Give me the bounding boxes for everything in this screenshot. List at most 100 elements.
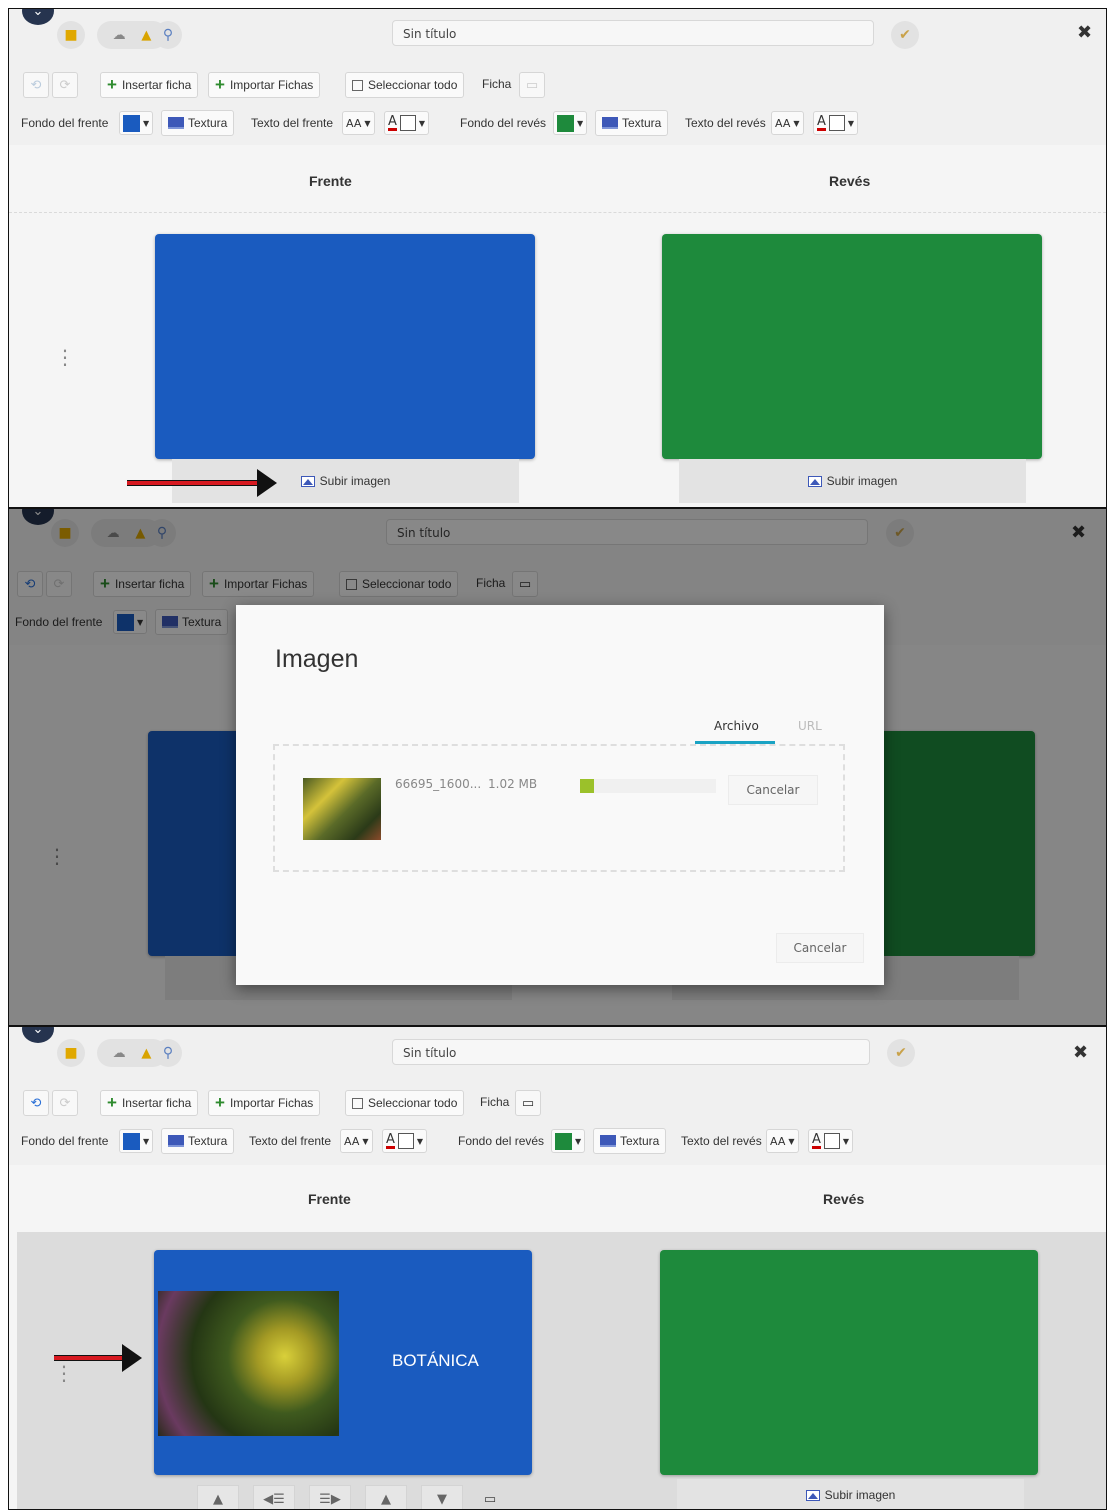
insert-card-button[interactable]: + Insertar ficha — [100, 72, 199, 98]
cancel-dialog-button[interactable]: Cancelar — [776, 933, 864, 963]
plus-icon: + — [215, 75, 225, 94]
back-font-color-button[interactable]: A ▼ — [808, 1129, 854, 1153]
tab-url[interactable]: URL — [798, 719, 822, 733]
style-button[interactable]: ✔ — [887, 1039, 915, 1067]
select-all-button[interactable]: Seleccionar todo — [345, 1090, 465, 1116]
front-font-size-button[interactable]: AA ▼ — [342, 111, 375, 135]
delete-card-button[interactable]: ▭ — [515, 1090, 541, 1116]
checkbox-icon — [352, 1097, 363, 1109]
open-folder-button[interactable]: ■ — [57, 1039, 85, 1067]
import-cards-label: Importar Fichas — [229, 1096, 314, 1110]
back-texture-button[interactable]: Textura — [593, 1128, 667, 1154]
image-right-button[interactable]: ☰▶ — [309, 1485, 351, 1509]
texture-icon — [600, 1135, 616, 1147]
search-icon: ⚲ — [162, 1045, 174, 1061]
select-all-button[interactable]: Seleccionar todo — [345, 72, 465, 98]
back-font-size-button[interactable]: AA ▼ — [766, 1129, 799, 1153]
image-icon: ▲ — [213, 1491, 223, 1507]
close-icon[interactable]: ✖ — [1073, 1042, 1088, 1063]
back-upload-image-button[interactable]: Subir imagen — [677, 1479, 1024, 1509]
color-swatch — [397, 1133, 414, 1149]
front-column-header: Frente — [309, 173, 352, 189]
caret-down-icon: ▼ — [364, 118, 371, 128]
back-card[interactable] — [662, 234, 1042, 459]
drag-handle-icon[interactable]: ⋮ — [55, 347, 75, 367]
redo-button[interactable]: ⟳ — [52, 1090, 78, 1116]
front-texture-button[interactable]: Textura — [161, 1128, 235, 1154]
collapse-toolbar-button[interactable]: ⌄ — [22, 9, 54, 25]
front-card[interactable]: BOTÁNICA — [154, 1250, 532, 1475]
import-cards-button[interactable]: + Importar Fichas — [208, 1090, 321, 1116]
front-card[interactable] — [155, 234, 535, 459]
plus-icon: + — [107, 1093, 117, 1112]
style-button[interactable]: ✔ — [891, 21, 919, 49]
back-text-label: Texto del revés — [681, 1134, 762, 1148]
trash-icon: ▭ — [483, 1491, 497, 1507]
align-top-icon: ▼ — [437, 1491, 447, 1507]
delete-image-button[interactable]: ▭ — [477, 1485, 503, 1509]
open-folder-button[interactable]: ■ — [57, 21, 85, 49]
close-icon[interactable]: ✖ — [1077, 22, 1092, 43]
front-font-size-button[interactable]: AA ▼ — [340, 1129, 373, 1153]
redo-button[interactable]: ⟳ — [52, 72, 78, 98]
back-texture-button[interactable]: Textura — [595, 110, 669, 136]
back-background-color-button[interactable]: ▼ — [553, 111, 588, 135]
search-button[interactable]: ⚲ — [154, 1039, 182, 1067]
folder-icon: ■ — [64, 27, 78, 43]
color-swatch — [828, 115, 845, 131]
image-left-button[interactable]: ◀☰ — [253, 1485, 295, 1509]
cancel-upload-button[interactable]: Cancelar — [728, 775, 818, 805]
front-text-label: Texto del frente — [251, 116, 334, 130]
front-background-color-button[interactable]: ▼ — [119, 1129, 154, 1153]
texture-label: Textura — [622, 116, 662, 130]
import-cards-button[interactable]: + Importar Fichas — [208, 72, 321, 98]
collapse-toolbar-button[interactable]: ⌄ — [22, 1027, 54, 1043]
undo-button[interactable]: ⟲ — [23, 72, 49, 98]
texture-label: Textura — [620, 1134, 660, 1148]
back-card[interactable] — [660, 1250, 1038, 1475]
file-size: 1.02 MB — [488, 777, 538, 791]
front-background-color-button[interactable]: ▼ — [119, 111, 154, 135]
front-texture-button[interactable]: Textura — [161, 110, 235, 136]
font-size-icon: AA — [770, 1134, 786, 1148]
back-column-header: Revés — [823, 1191, 865, 1207]
search-button[interactable]: ⚲ — [154, 21, 182, 49]
font-color-icon: A — [812, 1132, 821, 1149]
back-background-color-button[interactable]: ▼ — [551, 1129, 586, 1153]
title-input[interactable]: Sin título — [392, 20, 874, 46]
upload-image-label: Subir imagen — [826, 474, 898, 488]
dialog-title: Imagen — [275, 645, 359, 673]
upload-progress-fill — [580, 779, 594, 793]
texture-label: Textura — [188, 116, 228, 130]
caret-down-icon: ▼ — [842, 1136, 850, 1146]
image-dialog: Imagen Archivo URL 66695_1600... 1.02 MB… — [236, 605, 884, 985]
card-front-text[interactable]: BOTÁNICA — [392, 1351, 479, 1371]
caret-down-icon: ▼ — [143, 118, 150, 128]
undo-button[interactable]: ⟲ — [23, 1090, 49, 1116]
tab-file[interactable]: Archivo — [714, 719, 759, 733]
texture-icon — [168, 117, 184, 129]
image-bottom-button[interactable]: ▲ — [365, 1485, 407, 1509]
front-background-label: Fondo del frente — [21, 116, 109, 130]
back-font-color-button[interactable]: A ▼ — [813, 111, 859, 135]
search-icon: ⚲ — [162, 27, 174, 43]
back-upload-image-button[interactable]: Subir imagen — [679, 459, 1026, 503]
card-label: Ficha — [480, 1095, 510, 1109]
align-left-icon: ◀☰ — [263, 1491, 285, 1507]
card-image[interactable] — [158, 1291, 339, 1436]
front-font-color-button[interactable]: A ▼ — [384, 111, 430, 135]
image-only-button[interactable]: ▲ — [197, 1485, 239, 1509]
image-top-button[interactable]: ▼ — [421, 1485, 463, 1509]
caret-down-icon: ▼ — [362, 1136, 369, 1146]
back-font-size-button[interactable]: AA ▼ — [771, 111, 804, 135]
color-swatch — [123, 1132, 140, 1150]
color-swatch — [557, 114, 574, 132]
delete-card-button[interactable]: ▭ — [519, 72, 545, 98]
insert-card-button[interactable]: + Insertar ficha — [100, 1090, 199, 1116]
front-font-color-button[interactable]: A ▼ — [382, 1129, 428, 1153]
plus-icon: + — [215, 1093, 225, 1112]
brush-icon: ✔ — [895, 1045, 907, 1061]
title-input[interactable]: Sin título — [392, 1039, 870, 1065]
front-background-label: Fondo del frente — [21, 1134, 109, 1148]
checkbox-icon — [352, 79, 363, 91]
